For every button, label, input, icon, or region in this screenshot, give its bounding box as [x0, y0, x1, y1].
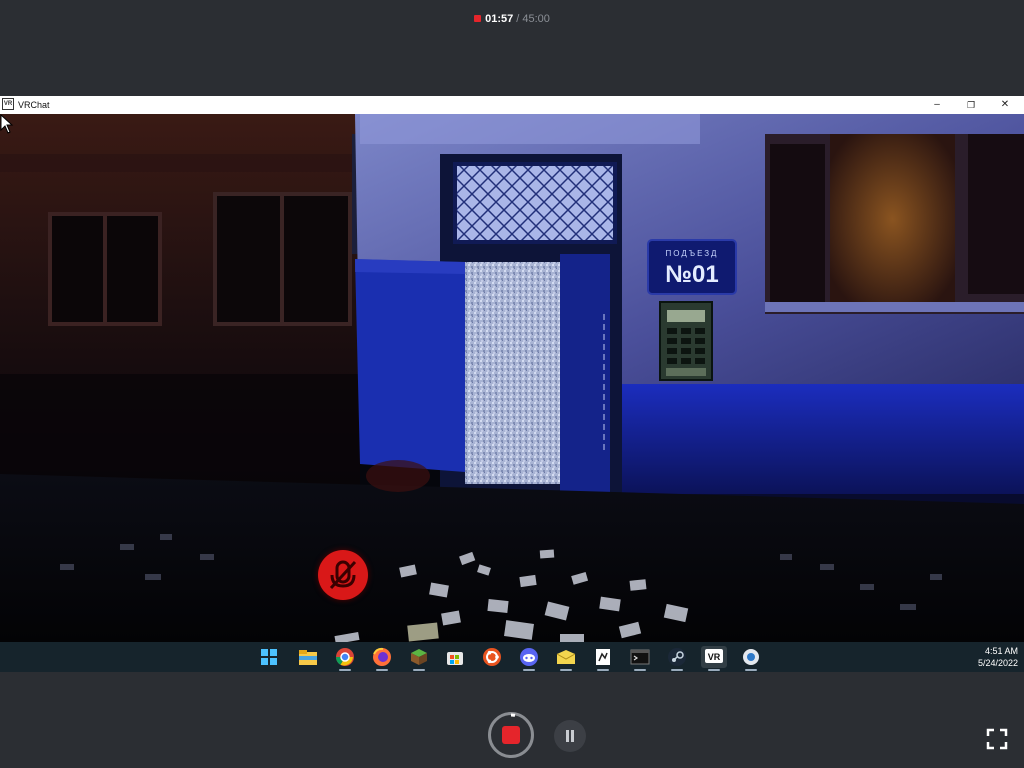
running-indicator — [523, 669, 535, 671]
close-button[interactable]: ✕ — [988, 96, 1022, 114]
running-indicator — [671, 669, 683, 671]
running-indicator — [745, 669, 757, 671]
running-indicator — [376, 669, 388, 671]
window-titlebar[interactable]: VR VRChat – ❐ ✕ — [0, 96, 1024, 114]
restore-button[interactable]: ❐ — [954, 96, 988, 114]
scene-illustration: ПОДЪЕЗД №01 — [0, 114, 1024, 642]
clock-date: 5/24/2022 — [977, 658, 1018, 668]
window-title: VRChat — [18, 100, 50, 110]
minimize-button[interactable]: – — [920, 96, 954, 114]
fullscreen-icon[interactable] — [986, 728, 1008, 750]
total-time: / 45:00 — [516, 13, 550, 25]
system-clock[interactable]: 4:51 AM 5/24/2022 — [978, 645, 1018, 669]
clock-time: 4:51 AM — [984, 646, 1018, 656]
windows-start-icon[interactable] — [258, 646, 280, 668]
muted-microphone-icon — [318, 550, 368, 600]
running-indicator — [634, 669, 646, 671]
file-explorer-icon[interactable] — [297, 646, 319, 668]
running-indicator — [708, 669, 720, 671]
vrchat-icon[interactable]: VR — [701, 646, 727, 671]
running-indicator — [597, 669, 609, 671]
chrome-icon[interactable] — [334, 646, 356, 671]
pause-icon — [566, 730, 569, 742]
terminal-icon[interactable] — [629, 646, 651, 671]
recording-indicator-icon — [474, 15, 482, 22]
steam-icon[interactable] — [666, 646, 688, 671]
microsoft-store-icon[interactable] — [444, 646, 466, 668]
firefox-icon[interactable] — [371, 646, 393, 671]
running-indicator — [560, 669, 572, 671]
notepad-icon[interactable] — [592, 646, 614, 671]
sign-number-text: №01 — [665, 261, 718, 288]
vrchat-window: VR VRChat – ❐ ✕ ПОДЪЕЗД №01 VR 4:51 AM 5… — [0, 96, 1024, 672]
record-stop-icon — [502, 726, 520, 744]
obs-icon[interactable] — [740, 646, 762, 671]
windows-taskbar: VR 4:51 AM 5/24/2022 — [0, 642, 1024, 672]
stop-recording-button[interactable] — [488, 712, 534, 758]
vrchat-taskbar-label: VR — [708, 652, 721, 662]
recorder-controls — [0, 672, 1024, 768]
minecraft-icon[interactable] — [408, 646, 430, 671]
game-viewport[interactable]: ПОДЪЕЗД №01 — [0, 114, 1024, 642]
pause-icon-bar — [571, 730, 574, 742]
mouse-cursor-icon — [0, 114, 14, 134]
running-indicator — [413, 669, 425, 671]
sign-top-text: ПОДЪЕЗД — [666, 249, 719, 258]
pause-button[interactable] — [554, 720, 586, 752]
folder-mail-icon[interactable] — [555, 646, 577, 671]
recording-timer: 01:57 / 45:00 — [0, 13, 1024, 25]
vrchat-app-icon: VR — [2, 98, 14, 110]
ubuntu-icon[interactable] — [481, 646, 503, 668]
recorder-top-bar: 01:57 / 45:00 — [0, 0, 1024, 96]
elapsed-time: 01:57 — [485, 13, 514, 25]
discord-icon[interactable] — [518, 646, 540, 671]
running-indicator — [339, 669, 351, 671]
